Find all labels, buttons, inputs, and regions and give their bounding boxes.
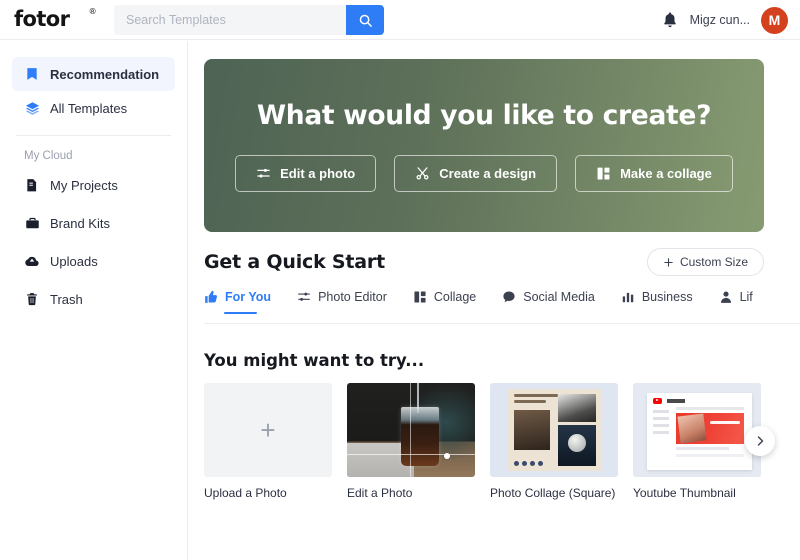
sidebar-item-recommendation[interactable]: Recommendation <box>12 57 175 91</box>
cloud-upload-icon <box>24 253 40 269</box>
sidebar-item-label: Brand Kits <box>50 215 110 231</box>
document-icon <box>24 177 40 193</box>
card-upload-a-photo[interactable]: + Upload a Photo <box>204 383 332 501</box>
sidebar-item-label: My Projects <box>50 177 118 193</box>
carousel-next-button[interactable] <box>745 426 775 456</box>
card-label: Edit a Photo <box>347 486 413 500</box>
chat-icon <box>503 291 515 303</box>
avatar[interactable]: M <box>761 6 788 34</box>
make-a-collage-button[interactable]: Make a collage <box>575 154 733 192</box>
sidebar-item-label: All Templates <box>50 100 128 116</box>
category-tabs: For You Photo Editor Collage Social Medi… <box>204 290 800 324</box>
bell-icon[interactable] <box>661 11 679 29</box>
sidebar: Recommendation All Templates My Cloud My… <box>0 41 188 560</box>
sidebar-item-all-templates[interactable]: All Templates <box>12 91 175 125</box>
trash-icon <box>24 291 40 307</box>
create-a-design-button[interactable]: Create a design <box>394 154 558 192</box>
card-edit-a-photo[interactable]: Edit a Photo <box>347 383 475 501</box>
search-button[interactable] <box>346 5 384 35</box>
custom-size-label: Custom Size <box>679 255 748 269</box>
card-youtube-thumbnail[interactable]: Youtube Thumbnail <box>633 383 761 501</box>
tab-label: Social Media <box>523 290 595 304</box>
tab-label: Business <box>641 290 693 304</box>
sidebar-item-trash[interactable]: Trash <box>12 282 175 316</box>
sliders-icon <box>257 168 270 177</box>
tab-business[interactable]: Business <box>621 290 693 313</box>
top-bar: fotor ® Migz cun... M <box>0 0 800 40</box>
hero-button-label: Make a collage <box>620 165 712 181</box>
hero-button-label: Create a design <box>439 165 537 181</box>
tab-for-you[interactable]: For You <box>204 290 272 314</box>
search-input[interactable] <box>114 5 346 35</box>
main-content: What would you like to create? Edit a ph… <box>189 41 800 560</box>
tab-label: Collage <box>433 290 477 304</box>
search-icon <box>359 14 372 27</box>
upload-placeholder-thumb[interactable]: + <box>204 383 332 477</box>
username-label[interactable]: Migz cun... <box>690 13 750 27</box>
youtube-image <box>633 383 761 477</box>
custom-size-button[interactable]: Custom Size <box>646 248 764 276</box>
person-icon <box>720 291 731 303</box>
youtube-template-thumb[interactable] <box>633 383 761 477</box>
sidebar-item-my-projects[interactable]: My Projects <box>12 168 175 202</box>
sidebar-item-label: Uploads <box>50 253 98 269</box>
chart-icon <box>622 292 634 303</box>
scissors-icon <box>416 166 429 179</box>
sliders-icon <box>298 292 310 301</box>
hero-banner: What would you like to create? Edit a ph… <box>204 59 764 232</box>
sidebar-item-label: Recommendation <box>50 66 160 82</box>
hero-title: What would you like to create? <box>256 99 712 131</box>
try-section-title: You might want to try... <box>204 351 425 370</box>
search-bar[interactable] <box>114 5 384 35</box>
sidebar-item-brand-kits[interactable]: Brand Kits <box>12 206 175 240</box>
fotor-logo[interactable]: fotor ® <box>14 7 100 31</box>
photo-image <box>347 383 475 477</box>
logo-text: fotor <box>14 7 70 31</box>
template-card-list: + Upload a Photo Edit a Photo Photo Coll… <box>204 383 761 501</box>
registered-mark: ® <box>88 7 97 16</box>
sidebar-item-label: Trash <box>50 291 83 307</box>
card-label: Youtube Thumbnail <box>633 486 736 500</box>
sidebar-group-label: My Cloud <box>24 150 73 162</box>
tab-photo-editor[interactable]: Photo Editor <box>297 290 387 313</box>
tab-label: For You <box>225 290 272 304</box>
tab-collage[interactable]: Collage <box>413 290 476 313</box>
card-photo-collage-square[interactable]: Photo Collage (Square) <box>490 383 618 501</box>
thumbs-up-icon <box>205 290 217 303</box>
plus-icon <box>664 257 673 267</box>
chevron-right-icon <box>757 436 764 446</box>
hero-button-group: Edit a photo Create a design Make a coll… <box>235 154 733 192</box>
sidebar-divider <box>16 135 171 136</box>
account-area: Migz cun... M <box>661 0 788 40</box>
briefcase-icon <box>24 215 40 231</box>
plus-icon: + <box>260 415 276 445</box>
layers-icon <box>24 100 40 116</box>
quick-start-header: Get a Quick Start Custom Size <box>204 248 764 276</box>
sidebar-item-uploads[interactable]: Uploads <box>12 244 175 278</box>
collage-template-thumb[interactable] <box>490 383 618 477</box>
hero-button-label: Edit a photo <box>280 165 356 181</box>
tab-label: Lif <box>739 290 753 304</box>
collage-icon <box>414 291 426 303</box>
edit-a-photo-button[interactable]: Edit a photo <box>235 154 377 192</box>
collage-image <box>490 383 618 477</box>
card-label: Photo Collage (Square) <box>490 486 616 500</box>
tab-label: Photo Editor <box>318 290 387 304</box>
cocktail-photo-thumb[interactable] <box>347 383 475 477</box>
tab-lifestyle[interactable]: Lif <box>719 290 753 313</box>
card-label: Upload a Photo <box>204 486 287 500</box>
bookmark-icon <box>24 66 40 82</box>
tab-social-media[interactable]: Social Media <box>502 290 595 313</box>
collage-icon <box>597 167 610 179</box>
quick-start-title: Get a Quick Start <box>204 251 385 273</box>
